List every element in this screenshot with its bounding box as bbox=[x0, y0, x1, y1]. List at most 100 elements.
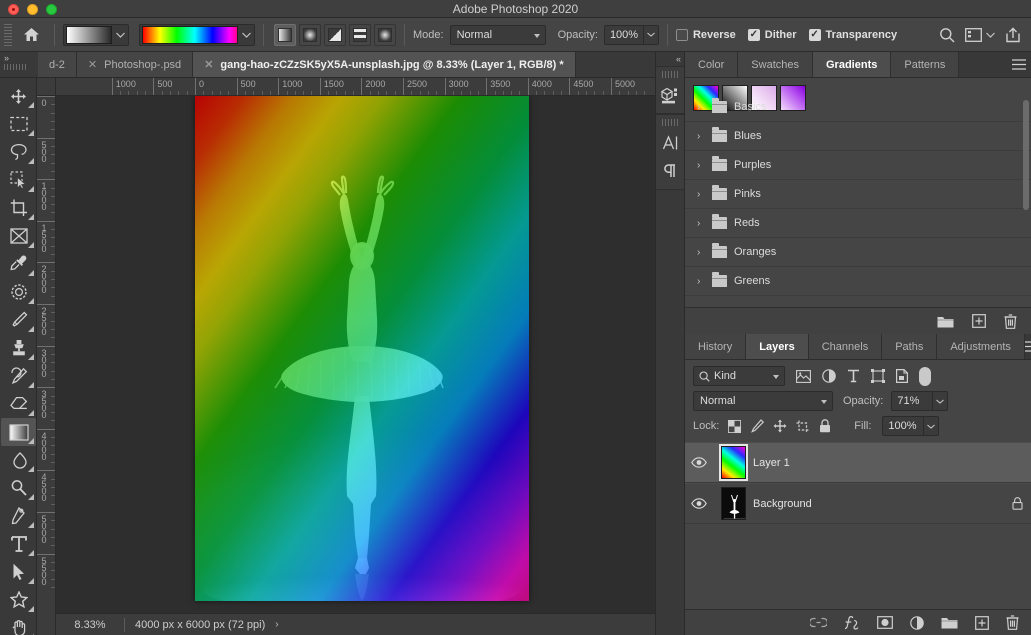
history-brush-tool[interactable] bbox=[1, 362, 36, 390]
layer-thumbnail[interactable] bbox=[713, 487, 753, 520]
tab-d-2[interactable]: d-2 bbox=[38, 52, 77, 77]
layer-kind-select[interactable]: Kind bbox=[693, 366, 785, 386]
chevron-right-icon[interactable]: › bbox=[275, 619, 278, 630]
tabbar-grip[interactable]: » bbox=[0, 52, 38, 77]
gradient-group-oranges[interactable]: › Oranges bbox=[685, 238, 1031, 267]
options-bar-grip[interactable] bbox=[4, 23, 12, 46]
gradient-group-reds[interactable]: › Reds bbox=[685, 209, 1031, 238]
adjustment-layer-icon[interactable] bbox=[910, 615, 924, 630]
gradient-group-list[interactable]: › Basics › Blues › Purples › Pinks › Reds › Oranges… bbox=[685, 93, 1031, 307]
gradient-preview-picker[interactable] bbox=[63, 23, 129, 46]
new-group-icon[interactable] bbox=[937, 315, 954, 328]
shape-filter-icon[interactable] bbox=[871, 369, 885, 383]
layer-thumbnail[interactable] bbox=[713, 444, 753, 481]
lock-image-pixels-icon[interactable] bbox=[750, 419, 765, 433]
layer-style-icon[interactable] bbox=[844, 615, 860, 630]
layer-visibility-toggle[interactable] bbox=[685, 498, 713, 509]
layer-visibility-toggle[interactable] bbox=[685, 457, 713, 468]
lock-artboard-icon[interactable] bbox=[796, 420, 810, 433]
canvas-viewport[interactable] bbox=[56, 96, 655, 613]
gradient-spectrum-swatch[interactable] bbox=[142, 25, 238, 44]
tab-history[interactable]: History bbox=[685, 334, 747, 359]
tab-adjustments[interactable]: Adjustments bbox=[937, 334, 1025, 359]
layer-row-background[interactable]: Background bbox=[685, 483, 1031, 524]
gradient-group-blues[interactable]: › Blues bbox=[685, 122, 1031, 151]
workspace-switcher[interactable] bbox=[965, 27, 995, 42]
tab-channels[interactable]: Channels bbox=[808, 334, 883, 359]
layer-opacity-input[interactable]: 71% bbox=[891, 391, 934, 411]
pen-tool[interactable] bbox=[1, 502, 36, 530]
layer-mask-icon[interactable] bbox=[877, 616, 893, 629]
checkbox-box[interactable] bbox=[808, 28, 821, 41]
reflected-gradient-button[interactable] bbox=[349, 23, 371, 46]
angle-gradient-button[interactable] bbox=[324, 23, 346, 46]
layer-opacity-stepper[interactable] bbox=[933, 391, 949, 411]
chevron-right-icon[interactable]: › bbox=[697, 102, 705, 113]
tab-gradients[interactable]: Gradients bbox=[813, 52, 892, 77]
type-tool[interactable] bbox=[1, 530, 36, 558]
checkbox-box[interactable] bbox=[747, 28, 760, 41]
layer-row-layer-1[interactable]: Layer 1 bbox=[685, 442, 1031, 483]
delete-icon[interactable] bbox=[1004, 313, 1017, 329]
lock-all-icon[interactable] bbox=[819, 419, 831, 433]
eyedropper-tool[interactable] bbox=[1, 250, 36, 278]
opacity-stepper[interactable] bbox=[643, 24, 659, 45]
search-icon[interactable] bbox=[939, 27, 955, 43]
tab-photoshop-psd[interactable]: ✕ Photoshop-.psd bbox=[76, 52, 194, 77]
document-info[interactable]: 4000 px x 6000 px (72 ppi) › bbox=[125, 619, 289, 631]
quick-selection-tool[interactable] bbox=[1, 166, 36, 194]
tab-color[interactable]: Color bbox=[685, 52, 739, 77]
link-layers-icon[interactable] bbox=[810, 617, 827, 628]
blend-mode-select[interactable]: Normal bbox=[449, 24, 546, 45]
adjustment-filter-icon[interactable] bbox=[822, 369, 836, 383]
gradient-spectrum-picker[interactable] bbox=[139, 23, 255, 46]
tab-gang-hao-unsplash[interactable]: ✕ gang-hao-zCZzSK5yX5A-unsplash.jpg @ 8.… bbox=[193, 52, 576, 77]
frame-tool[interactable] bbox=[1, 222, 36, 250]
chevron-right-icon[interactable]: › bbox=[697, 160, 705, 171]
collapse-panels-button[interactable]: « bbox=[656, 52, 684, 66]
gradient-group-purples[interactable]: › Purples bbox=[685, 151, 1031, 180]
tab-swatches[interactable]: Swatches bbox=[738, 52, 813, 77]
gradient-group-pinks[interactable]: › Pinks bbox=[685, 180, 1031, 209]
new-gradient-icon[interactable] bbox=[972, 314, 986, 328]
layer-name[interactable]: Layer 1 bbox=[753, 457, 1003, 469]
path-selection-tool[interactable] bbox=[1, 558, 36, 586]
share-icon[interactable] bbox=[1005, 26, 1021, 43]
eraser-tool[interactable] bbox=[1, 390, 36, 418]
type-filter-icon[interactable] bbox=[847, 369, 860, 383]
new-layer-icon[interactable] bbox=[975, 615, 989, 630]
horizontal-ruler[interactable]: 1000 500 0 500 1000 1500 2000 2500 3000 3500 4000 4… bbox=[56, 78, 655, 96]
home-icon[interactable] bbox=[16, 22, 46, 48]
panel-grip[interactable] bbox=[662, 119, 678, 126]
opacity-input[interactable]: 100% bbox=[603, 24, 644, 45]
gradient-group-basics[interactable]: › Basics bbox=[685, 93, 1031, 122]
lock-transparent-pixels-icon[interactable] bbox=[728, 419, 742, 433]
crop-tool[interactable] bbox=[1, 194, 36, 222]
layer-name[interactable]: Background bbox=[753, 498, 1003, 510]
chevron-right-icon[interactable]: › bbox=[697, 276, 705, 287]
rectangular-marquee-tool[interactable] bbox=[1, 110, 36, 138]
chevron-right-icon[interactable]: › bbox=[697, 189, 705, 200]
move-tool[interactable] bbox=[1, 82, 36, 110]
gradient-preview-swatch[interactable] bbox=[66, 25, 112, 44]
layer-blend-mode-select[interactable]: Normal bbox=[693, 391, 833, 411]
diamond-gradient-button[interactable] bbox=[374, 23, 396, 46]
double-chevron-icon[interactable]: » bbox=[4, 53, 9, 63]
paragraph-panel-icon[interactable] bbox=[656, 157, 684, 185]
lasso-tool[interactable] bbox=[1, 138, 36, 166]
chevron-right-icon[interactable]: › bbox=[697, 218, 705, 229]
vertical-ruler[interactable]: 0 500 1000 1500 2000 2500 3000 3500 4000 4500 5000… bbox=[37, 96, 56, 635]
chevron-right-icon[interactable]: › bbox=[697, 247, 705, 258]
close-icon[interactable]: ✕ bbox=[88, 58, 97, 71]
gradient-tool[interactable] bbox=[1, 418, 36, 446]
spot-healing-brush-tool[interactable] bbox=[1, 278, 36, 306]
tab-patterns[interactable]: Patterns bbox=[891, 52, 960, 77]
tab-layers[interactable]: Layers bbox=[746, 334, 809, 359]
brush-tool[interactable] bbox=[1, 306, 36, 334]
tab-paths[interactable]: Paths bbox=[882, 334, 938, 359]
dither-checkbox[interactable]: Dither bbox=[747, 28, 797, 41]
gradient-group-greens[interactable]: › Greens bbox=[685, 267, 1031, 296]
panel-menu-icon[interactable] bbox=[1024, 334, 1031, 359]
pixel-filter-icon[interactable] bbox=[796, 369, 811, 383]
checkbox-box[interactable] bbox=[675, 28, 688, 41]
